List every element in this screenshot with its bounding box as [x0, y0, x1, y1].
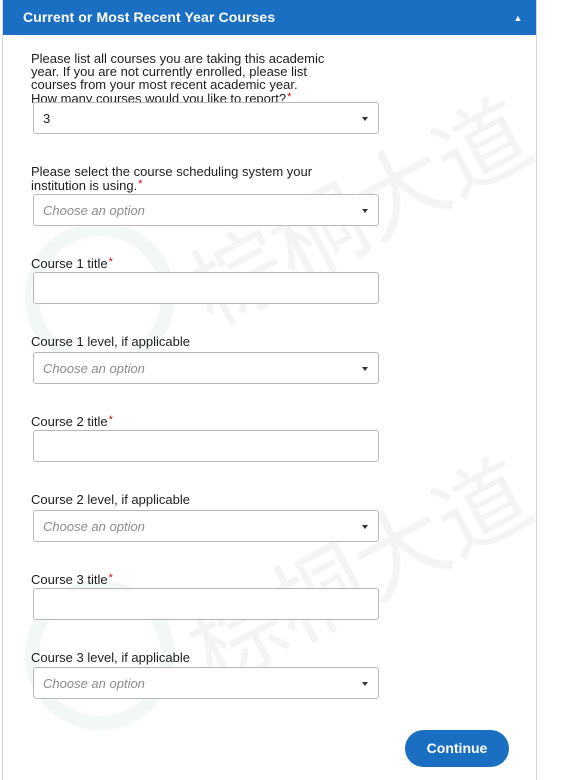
chevron-down-icon [362, 682, 368, 686]
course3-title-input[interactable] [33, 588, 379, 620]
scheduling-system-label: Please select the course scheduling syst… [31, 165, 371, 192]
course1-title-label-text: Course 1 title [31, 256, 108, 271]
course3-level-select[interactable]: Choose an option [33, 667, 379, 699]
course3-title-label: Course 3 title* [31, 572, 371, 586]
course2-level-label-text: Course 2 level, if applicable [31, 492, 190, 507]
scheduling-system-placeholder: Choose an option [43, 203, 145, 218]
course2-title-label-text: Course 2 title [31, 414, 108, 429]
course2-level-label: Course 2 level, if applicable [31, 493, 371, 506]
course3-title-label-text: Course 3 title [31, 572, 108, 587]
chevron-down-icon [362, 209, 368, 213]
num-courses-label: Please list all courses you are taking t… [31, 52, 371, 105]
course2-title-input[interactable] [33, 430, 379, 462]
course1-level-select[interactable]: Choose an option [33, 352, 379, 384]
chevron-down-icon [362, 367, 368, 371]
course1-level-placeholder: Choose an option [43, 361, 145, 376]
chevron-down-icon [362, 117, 368, 121]
required-marker: * [108, 414, 113, 426]
scheduling-system-label-line: institution is using. [31, 178, 138, 193]
required-marker: * [108, 256, 113, 268]
required-marker: * [108, 572, 113, 584]
course2-title-label: Course 2 title* [31, 414, 371, 428]
course1-level-label-text: Course 1 level, if applicable [31, 334, 190, 349]
num-courses-label-line: courses from your most recent academic y… [31, 77, 298, 92]
continue-button[interactable]: Continue [405, 730, 509, 767]
scheduling-system-label-line: Please select the course scheduling syst… [31, 164, 313, 179]
course3-level-label: Course 3 level, if applicable [31, 651, 371, 664]
course1-title-input[interactable] [33, 272, 379, 304]
course2-level-select[interactable]: Choose an option [33, 510, 379, 542]
panel-title: Current or Most Recent Year Courses [23, 9, 276, 25]
course1-title-label: Course 1 title* [31, 256, 371, 270]
panel-header[interactable]: Current or Most Recent Year Courses ▲ [3, 0, 536, 35]
course-panel: 棕桐大道 棕桐大道 Current or Most Recent Year Co… [2, 0, 548, 780]
num-courses-value: 3 [43, 111, 51, 126]
required-marker: * [138, 178, 143, 190]
course3-level-placeholder: Choose an option [43, 676, 145, 691]
course3-level-label-text: Course 3 level, if applicable [31, 650, 190, 665]
course2-level-placeholder: Choose an option [43, 519, 145, 534]
chevron-up-icon[interactable]: ▲ [506, 6, 530, 30]
num-courses-select[interactable]: 3 [33, 102, 379, 134]
chevron-down-icon [362, 525, 368, 529]
course1-level-label: Course 1 level, if applicable [31, 335, 371, 348]
scheduling-system-select[interactable]: Choose an option [33, 194, 379, 226]
